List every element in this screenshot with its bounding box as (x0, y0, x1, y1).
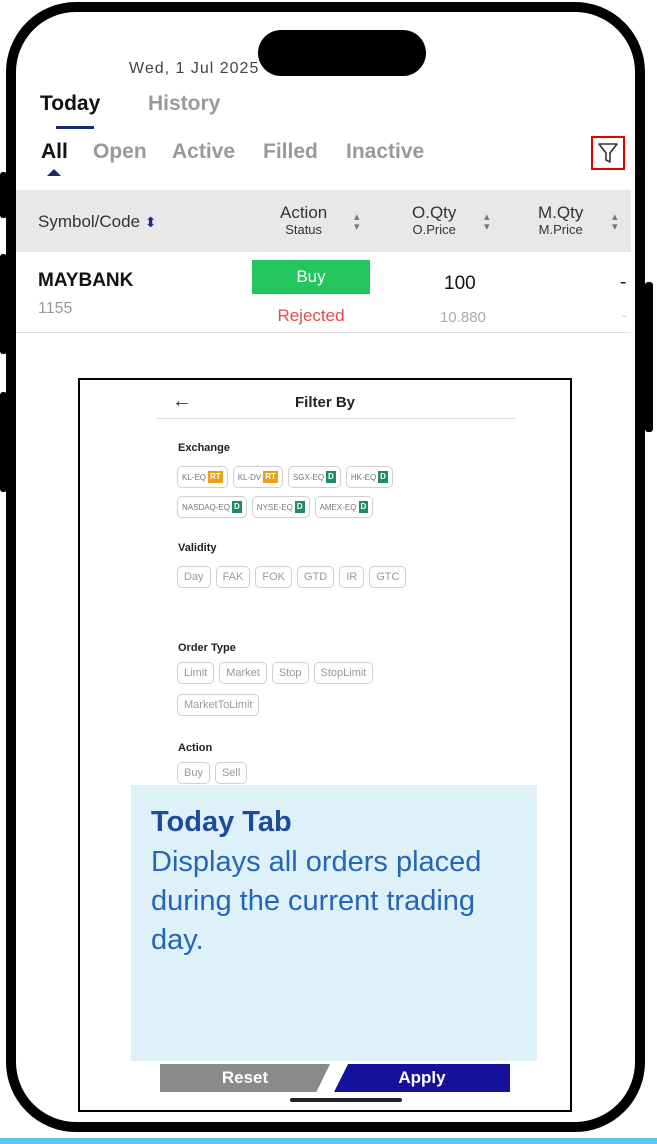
reset-button[interactable]: Reset (160, 1064, 330, 1092)
callout-box: Today Tab Displays all orders placed dur… (131, 785, 537, 1061)
filter-title: Filter By (294, 394, 355, 411)
order-price: 10.880 (440, 309, 486, 326)
exchange-chip[interactable]: NASDAQ-EQ D (177, 496, 247, 518)
side-button-right (645, 282, 653, 432)
table-header: Symbol/Code ⬍ Action Status ▴ ▾ O.Qty O.P… (16, 190, 631, 252)
header-action-label: Action (280, 203, 328, 222)
matched-qty: - (620, 272, 627, 293)
order-type-chip[interactable]: Limit (177, 662, 215, 684)
validity-title: Validity (178, 542, 217, 554)
sort-icon[interactable]: ⬍ (145, 214, 157, 230)
validity-chips: Day FAK FOK GTD IR GTC (177, 566, 407, 588)
divider (156, 418, 516, 419)
exchange-chip[interactable]: HK-EQ D (345, 466, 393, 488)
apply-button[interactable]: Apply (334, 1064, 510, 1092)
order-symbol: MAYBANK (38, 270, 134, 291)
status-tab-active[interactable]: Active (172, 140, 235, 164)
header-oqty[interactable]: O.Qty O.Price ▴ ▾ (412, 203, 490, 238)
header-mprice-label: M.Price (538, 222, 583, 237)
filter-icon (598, 143, 618, 163)
header-symbol-label: Symbol/Code (38, 212, 141, 231)
exchange-chip[interactable]: KL-DV RT (232, 466, 283, 488)
order-type-chip[interactable]: Market (219, 662, 267, 684)
order-type-title: Order Type (178, 642, 236, 654)
order-type-chip[interactable]: StopLimit (313, 662, 374, 684)
bottom-accent-bar (0, 1138, 657, 1144)
validity-chip[interactable]: GTD (296, 566, 335, 588)
order-qty: 100 (444, 273, 476, 294)
order-type-chip[interactable]: MarketToLimit (177, 694, 260, 716)
header-action[interactable]: Action Status ▴ ▾ (280, 203, 360, 238)
order-status: Rejected (277, 306, 345, 325)
order-type-chips-row-1: Limit Market Stop StopLimit (177, 662, 374, 684)
header-mqty[interactable]: M.Qty M.Price ▴ ▾ (538, 203, 618, 238)
exchange-chips-row-2: NASDAQ-EQ D NYSE-EQ D AMEX-EQ D (177, 496, 374, 518)
sort-icon[interactable]: ▴ ▾ (484, 212, 490, 233)
tab-today[interactable]: Today (40, 92, 100, 116)
status-bar-text: Wed, 1 Jul 2025 (129, 60, 260, 77)
header-oprice-label: O.Price (412, 222, 456, 237)
active-status-caret-icon (47, 169, 61, 176)
home-indicator (290, 1098, 402, 1102)
sort-icon[interactable]: ▴ ▾ (354, 212, 360, 233)
action-title: Action (178, 742, 213, 754)
tab-history[interactable]: History (148, 92, 220, 116)
exchange-chip[interactable]: NYSE-EQ D (251, 496, 310, 518)
header-symbol[interactable]: Symbol/Code ⬍ (38, 212, 157, 232)
status-tab-inactive[interactable]: Inactive (346, 140, 424, 164)
exchange-chip[interactable]: AMEX-EQ D (314, 496, 374, 518)
status-tab-filled[interactable]: Filled (263, 140, 318, 164)
status-tab-all[interactable]: All (41, 140, 68, 164)
order-type-chip[interactable]: Stop (271, 662, 309, 684)
order-type-chips-row-2: MarketToLimit (177, 694, 260, 716)
callout-body: Displays all orders placed during the cu… (151, 846, 482, 956)
callout-title: Today Tab (151, 806, 292, 838)
exchange-chips-row-1: KL-EQ RT KL-DV RT SGX-EQ D HK-EQ D (177, 466, 393, 488)
action-chip[interactable]: Buy (177, 762, 210, 784)
sort-icon[interactable]: ▴ ▾ (612, 212, 618, 233)
matched-price: - (622, 307, 627, 323)
exchange-title: Exchange (178, 442, 230, 454)
header-mqty-label: M.Qty (538, 203, 584, 222)
active-tab-underline (56, 126, 94, 129)
dynamic-island (258, 30, 426, 76)
validity-chip[interactable]: FOK (255, 566, 292, 588)
exchange-chip[interactable]: SGX-EQ D (287, 466, 341, 488)
action-chip[interactable]: Sell (214, 762, 248, 784)
validity-chip[interactable]: Day (177, 566, 211, 588)
validity-chip[interactable]: IR (339, 566, 365, 588)
table-row[interactable]: MAYBANK 1155 Buy Rejected 100 10.880 - - (16, 252, 631, 333)
header-oqty-label: O.Qty (412, 203, 457, 222)
exchange-chip[interactable]: KL-EQ RT (177, 466, 228, 488)
action-badge: Buy (252, 260, 370, 294)
validity-chip[interactable]: FAK (215, 566, 251, 588)
validity-chip[interactable]: GTC (369, 566, 407, 588)
status-tab-open[interactable]: Open (93, 140, 147, 164)
filter-button[interactable] (591, 136, 625, 170)
action-chips: Buy Sell (177, 762, 248, 784)
header-status-label: Status (285, 222, 323, 237)
order-code: 1155 (38, 300, 73, 317)
